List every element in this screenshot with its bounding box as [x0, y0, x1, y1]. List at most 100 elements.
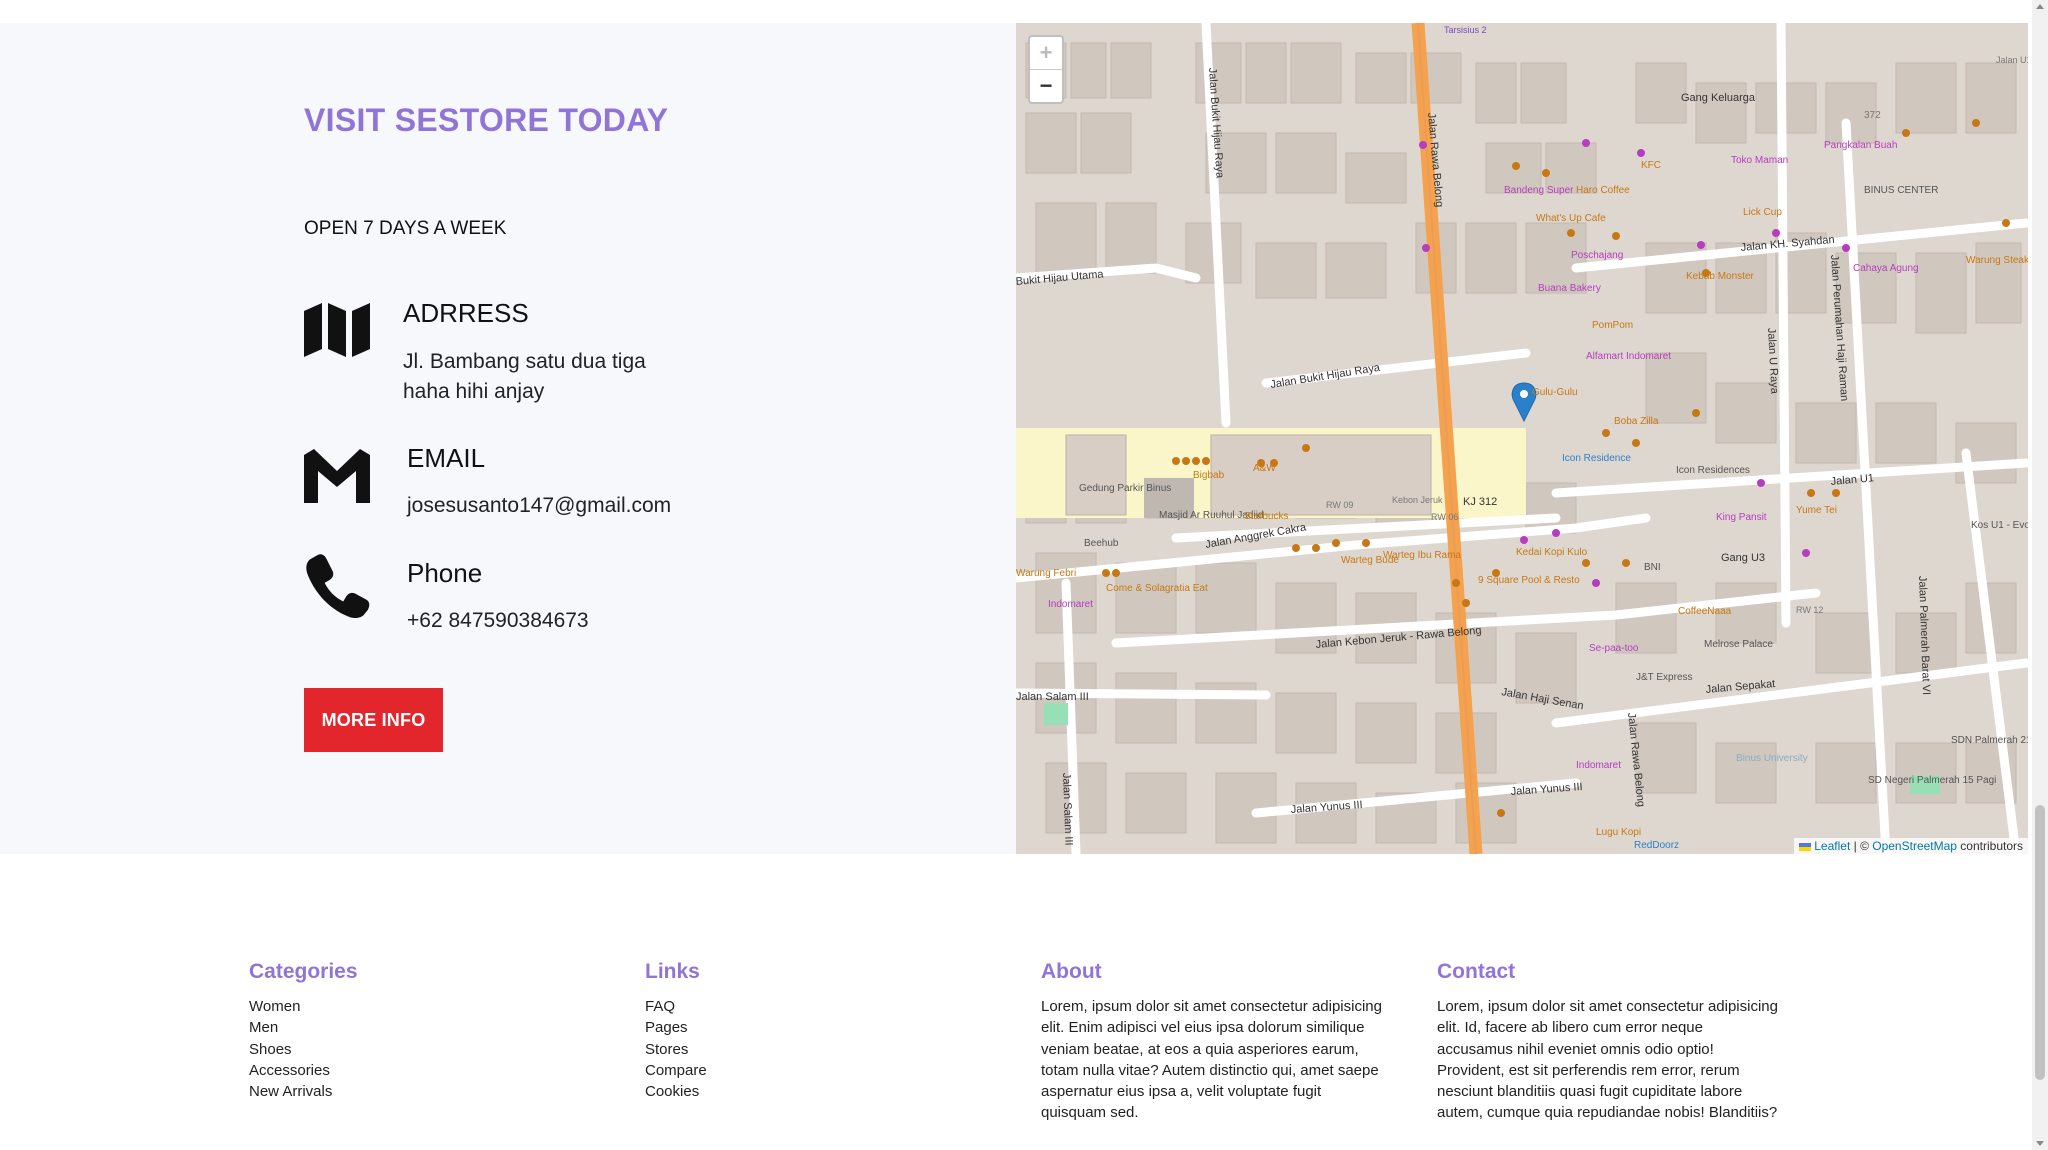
zoom-out-button[interactable]: − — [1030, 69, 1062, 102]
map-poi-label: BINUS CENTER — [1864, 185, 1938, 196]
map-zoom-control: + − — [1028, 35, 1064, 104]
zoom-in-button[interactable]: + — [1030, 37, 1062, 69]
gmail-icon — [304, 449, 370, 503]
map-poi-label: Alfamart Indomaret — [1586, 351, 1671, 362]
email-value: josesusanto147@gmail.com — [407, 494, 672, 517]
map-poi-label: Indomaret — [1576, 760, 1621, 771]
map-street-label: Jalan U1 — [1996, 55, 2028, 65]
map-poi-label: SDN Palmerah 21 dan 22 Pagi — [1951, 735, 2028, 746]
footer-contact-title: Contact — [1437, 960, 1516, 983]
map-icon — [304, 303, 370, 357]
map-poi-label: Warung Febri — [1016, 568, 1076, 579]
openstreetmap-link[interactable]: OpenStreetMap — [1872, 839, 1957, 853]
map-poi-label: Kedai Kopi Kulo — [1516, 547, 1588, 558]
map-poi-label: 9 Square Pool & Resto — [1478, 575, 1580, 586]
map-street-label: Jalan Salam III — [1016, 691, 1089, 703]
footer-contact: Contact Lorem, ipsum dolor sit amet cons… — [1437, 960, 1797, 1124]
footer-categories-title: Categories — [249, 960, 358, 983]
footer-link-faq[interactable]: FAQ — [645, 996, 1005, 1017]
map-poi-label: RedDoorz — [1634, 840, 1679, 851]
footer-link-shoes[interactable]: Shoes — [249, 1039, 609, 1060]
footer-contact-text: Lorem, ipsum dolor sit amet consectetur … — [1437, 998, 1778, 1122]
map-poi-label: 372 — [1864, 110, 1881, 121]
footer-link-men[interactable]: Men — [249, 1017, 609, 1038]
page-scrollbar[interactable] — [2032, 0, 2048, 1150]
map-poi-label: KFC — [1641, 160, 1661, 171]
map-poi-label: Lick Cup — [1743, 207, 1782, 218]
map-attribution: Leaflet | © OpenStreetMap contributors — [1794, 838, 2028, 854]
footer-link-compare[interactable]: Compare — [645, 1060, 1005, 1081]
footer-about: About Lorem, ipsum dolor sit amet consec… — [1041, 960, 1401, 1124]
footer-link-cookies[interactable]: Cookies — [645, 1081, 1005, 1102]
map-poi-label: Cahaya Agung — [1853, 263, 1919, 274]
map-poi-label: Melrose Palace — [1704, 639, 1773, 650]
map-poi-label: Bigbab — [1193, 470, 1225, 481]
gmail-icon-graphic — [304, 449, 370, 503]
map-tiles: Jalan Rawa Belong Jalan Rawa Belong Jala… — [1016, 23, 2028, 854]
map-poi-label: Warung Steak 76 — [1966, 255, 2028, 266]
map-poi-label: What's Up Cafe — [1536, 213, 1606, 224]
map-poi-label: Binus University — [1736, 753, 1808, 764]
map-poi-label: Poschajang — [1571, 250, 1623, 261]
attribution-suffix: contributors — [1956, 839, 2023, 853]
map-poi-label: Kebab Monster — [1686, 271, 1754, 282]
address-line-2: haha hihi anjay — [403, 380, 545, 403]
footer-about-text: Lorem, ipsum dolor sit amet consectetur … — [1041, 998, 1382, 1122]
footer-link-accessories[interactable]: Accessories — [249, 1060, 609, 1081]
footer-links-title: Links — [645, 960, 700, 983]
scroll-down-arrow-icon[interactable] — [2036, 1141, 2044, 1146]
top-strip — [0, 0, 2032, 23]
map-street-label: RW 06 — [1431, 512, 1458, 522]
map-poi-label: Se-paa-too — [1589, 643, 1639, 654]
map-poi-label: Kos U1 - Evole Residence — [1971, 520, 2028, 531]
map-poi-label: Indomaret — [1048, 599, 1093, 610]
visit-subtitle: OPEN 7 DAYS A WEEK — [304, 218, 507, 239]
phone-icon — [304, 553, 370, 619]
map-street-label: Jalan Salam III — [1060, 773, 1075, 846]
footer-link-women[interactable]: Women — [249, 996, 609, 1017]
map-poi-label: J&T Express — [1636, 672, 1693, 683]
map-street-label: KJ 312 — [1463, 496, 1497, 508]
footer-link-pages[interactable]: Pages — [645, 1017, 1005, 1038]
scroll-up-arrow-icon[interactable] — [2036, 4, 2044, 9]
map-poi-label: Starbucks — [1244, 511, 1288, 522]
map-street-label: RW 12 — [1796, 605, 1823, 615]
map-street-label: Gang Keluarga — [1681, 92, 1756, 104]
map-street-label: Kebon Jeruk — [1392, 495, 1443, 505]
footer-link-stores[interactable]: Stores — [645, 1039, 1005, 1060]
map-poi-label: Boba Zilla — [1614, 416, 1659, 427]
leaflet-flag-icon — [1799, 842, 1812, 851]
phone-value: +62 847590384673 — [407, 609, 589, 632]
footer-links: Links FAQ Pages Stores Compare Cookies — [645, 960, 1005, 1102]
map-poi-label: PomPom — [1592, 320, 1633, 331]
map-poi-label: Toko Maman — [1731, 155, 1788, 166]
map-poi-label: Buana Bakery — [1538, 283, 1601, 294]
map-poi-label: Beehub — [1084, 538, 1119, 549]
map-poi-label: King Pansit — [1716, 512, 1767, 523]
phone-icon-graphic — [306, 554, 370, 619]
map-poi-label: Lugu Kopi — [1596, 827, 1641, 838]
visit-section: VISIT SESTORE TODAY OPEN 7 DAYS A WEEK A… — [0, 23, 1016, 854]
map-poi-label: Come & Solagratia Eat — [1106, 583, 1208, 594]
map-poi-label: Bandeng Super — [1504, 185, 1574, 196]
map-icon-graphic — [304, 303, 370, 357]
address-line-1: Jl. Bambang satu dua tiga — [403, 350, 646, 373]
map-poi-label: Gulu-Gulu — [1532, 387, 1578, 398]
map-poi-label: CoffeeNaaa — [1678, 606, 1732, 617]
map-poi-label: Pangkalan Buah — [1824, 140, 1897, 151]
map-poi-label: Icon Residences — [1676, 465, 1750, 476]
visit-title: VISIT SESTORE TODAY — [304, 102, 669, 138]
phone-title: Phone — [407, 558, 483, 588]
more-info-button[interactable]: MORE INFO — [304, 688, 443, 752]
leaflet-link[interactable]: Leaflet — [1814, 839, 1850, 853]
footer-link-new-arrivals[interactable]: New Arrivals — [249, 1081, 609, 1102]
map-poi-label: Yume Tei — [1796, 505, 1837, 516]
scrollbar-thumb[interactable] — [2035, 805, 2045, 1080]
location-map[interactable]: Jalan Rawa Belong Jalan Rawa Belong Jala… — [1016, 23, 2028, 854]
map-poi-label: BNI — [1644, 562, 1661, 573]
map-poi-label: Warteg Ibu Rama — [1383, 550, 1461, 561]
address-title: ADRRESS — [403, 298, 529, 328]
footer-categories: Categories Women Men Shoes Accessories N… — [249, 960, 609, 1102]
map-street-label: Gang U3 — [1721, 552, 1765, 564]
map-street-label: RW 09 — [1326, 500, 1353, 510]
